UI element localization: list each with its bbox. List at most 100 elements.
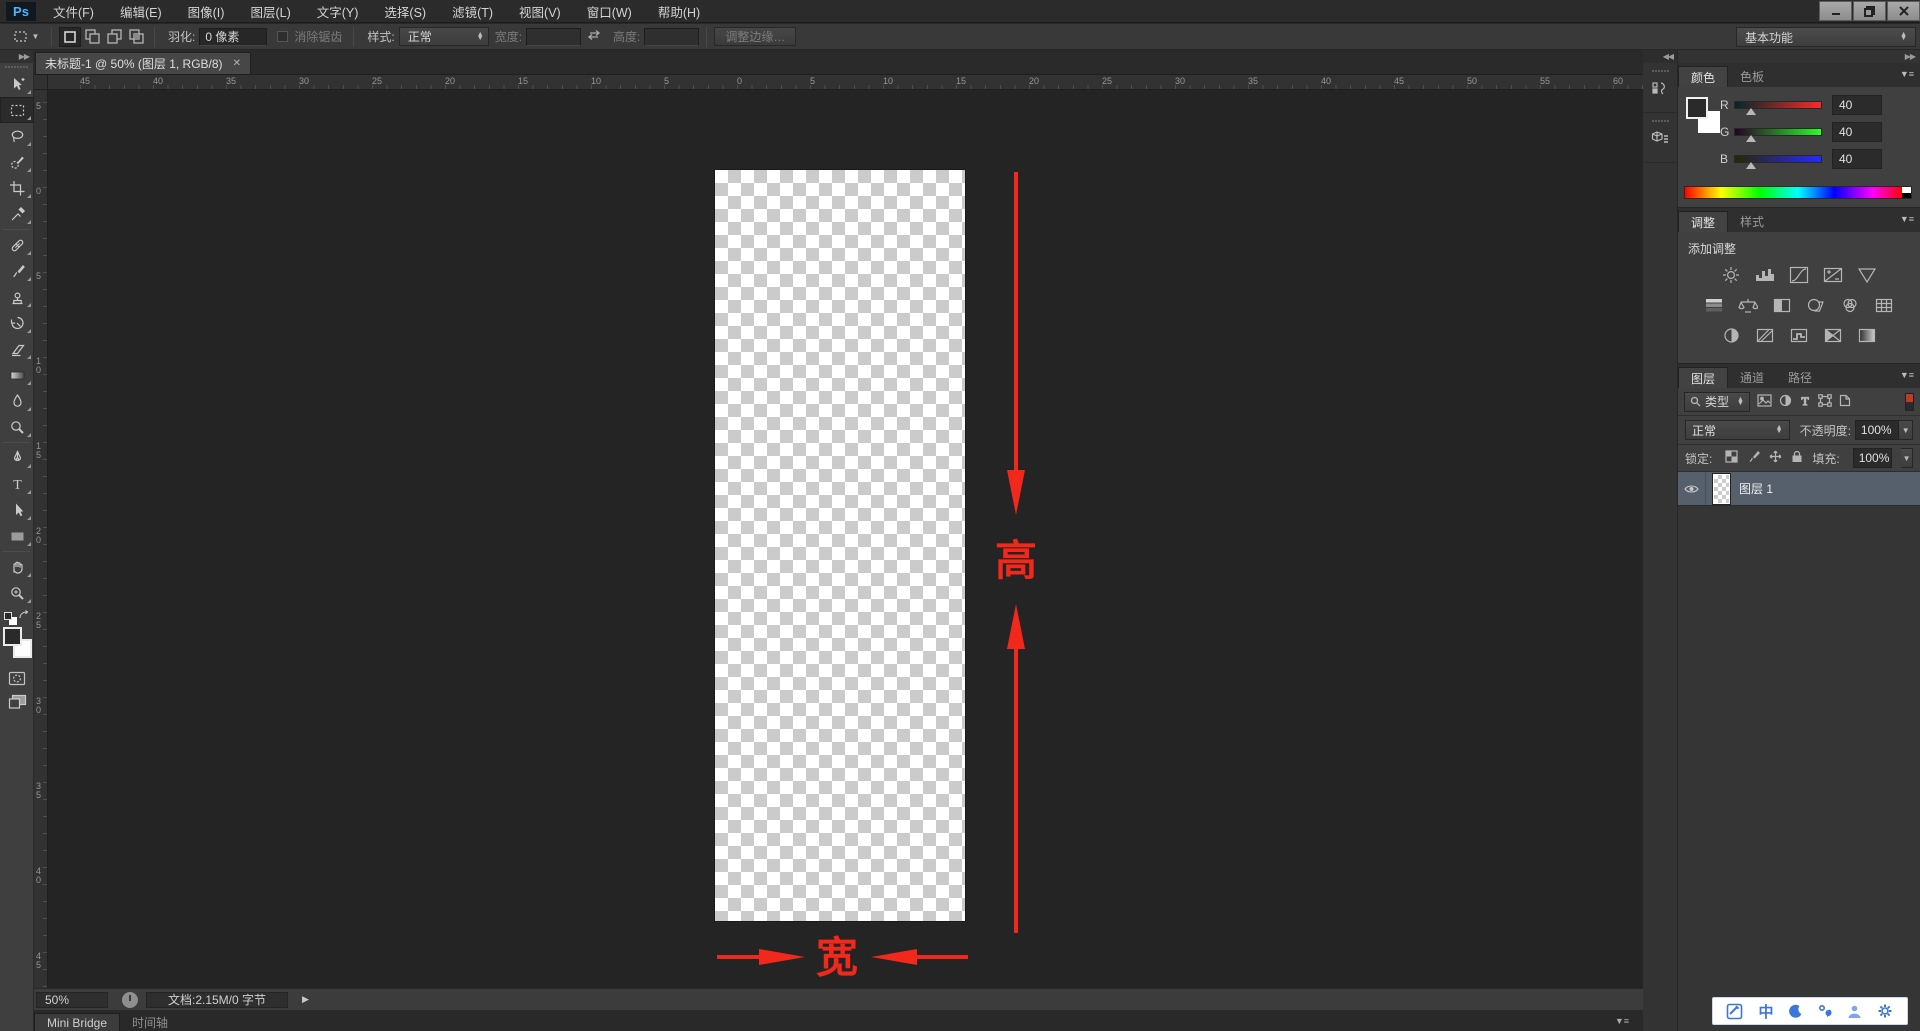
- panel-menu-icon[interactable]: ▼≡: [1615, 1016, 1629, 1026]
- type-layer-filter-icon[interactable]: T: [1799, 393, 1811, 410]
- height-input[interactable]: [644, 27, 700, 46]
- adjustment-exposure-icon[interactable]: [1821, 265, 1845, 285]
- swap-colors-icon[interactable]: [18, 610, 30, 624]
- panels-collapse-icon[interactable]: ▶▶: [1678, 50, 1920, 63]
- menu-item[interactable]: 文字(Y): [304, 2, 372, 21]
- layer-filter-toggle[interactable]: [1905, 392, 1914, 411]
- foreground-color-swatch[interactable]: [3, 627, 22, 646]
- document-close-icon[interactable]: ✕: [233, 58, 241, 69]
- status-clock-icon[interactable]: [122, 991, 138, 1008]
- quick-mask-button[interactable]: [0, 666, 34, 690]
- ime-settings-gear-icon[interactable]: [1877, 1003, 1893, 1019]
- menu-item[interactable]: 图像(I): [175, 2, 238, 21]
- menu-item[interactable]: 编辑(E): [107, 2, 175, 21]
- lock-image-pixels-icon[interactable]: [1747, 450, 1761, 466]
- adjustment-invert-icon[interactable]: [1719, 325, 1743, 345]
- new-selection-button[interactable]: [59, 26, 81, 47]
- adjustment-color-balance-icon[interactable]: [1736, 295, 1760, 315]
- adjustment-color-lookup-icon[interactable]: [1872, 295, 1896, 315]
- toolbar-grip[interactable]: [0, 63, 33, 71]
- pixel-layer-filter-icon[interactable]: [1757, 393, 1772, 410]
- tool-rectangular-marquee[interactable]: [0, 97, 34, 123]
- panel-menu-icon[interactable]: ▼≡: [1900, 214, 1914, 224]
- opacity-input[interactable]: 100%: [1854, 420, 1900, 440]
- tool-spot-healing-brush[interactable]: [0, 232, 34, 258]
- tool-move[interactable]: [0, 71, 34, 97]
- feather-input[interactable]: 0 像素: [199, 27, 268, 46]
- layer-filter-type-dropdown[interactable]: 类型 ▲ ▼: [1684, 391, 1750, 412]
- history-panel-button[interactable]: [1643, 63, 1677, 113]
- smart-object-filter-icon[interactable]: [1839, 394, 1851, 410]
- adjustment-gradient-map-icon[interactable]: [1821, 325, 1845, 345]
- adjustment-selective-color-icon[interactable]: [1855, 325, 1879, 345]
- minimize-button[interactable]: [1819, 1, 1852, 21]
- refine-edge-button[interactable]: 调整边缘…: [714, 27, 797, 46]
- status-menu-arrow-icon[interactable]: ▶: [302, 994, 309, 1005]
- tool-history-brush[interactable]: [0, 310, 34, 336]
- fill-input[interactable]: 100%: [1852, 448, 1893, 468]
- blue-value-input[interactable]: 40: [1832, 149, 1882, 169]
- opacity-dropdown-icon[interactable]: ▼: [1899, 420, 1914, 440]
- subtract-from-selection-button[interactable]: [103, 27, 125, 47]
- menu-item[interactable]: 帮助(H): [645, 2, 713, 21]
- slider-thumb[interactable]: [1746, 162, 1757, 169]
- adjustment-curves-icon[interactable]: [1787, 265, 1811, 285]
- fill-dropdown-icon[interactable]: ▼: [1901, 448, 1913, 468]
- layer-thumbnail[interactable]: [1713, 473, 1730, 504]
- blend-mode-dropdown[interactable]: 正常 ▲ ▼: [1685, 420, 1790, 440]
- lock-transparent-pixels-icon[interactable]: [1725, 450, 1738, 466]
- tab-mini-bridge[interactable]: Mini Bridge: [34, 1013, 121, 1031]
- intersect-selection-button[interactable]: [125, 27, 147, 47]
- tool-pen[interactable]: [0, 445, 34, 471]
- tool-eyedropper[interactable]: [0, 201, 34, 227]
- style-dropdown[interactable]: 正常 ▲ ▼: [398, 27, 489, 46]
- tool-dodge[interactable]: [0, 414, 34, 440]
- tool-clone-stamp[interactable]: [0, 284, 34, 310]
- color-spectrum-ramp[interactable]: [1684, 186, 1912, 199]
- layer-visibility-toggle[interactable]: [1678, 472, 1706, 505]
- tool-zoom[interactable]: [0, 580, 34, 606]
- lock-position-icon[interactable]: [1769, 450, 1782, 466]
- shape-layer-filter-icon[interactable]: [1818, 393, 1832, 410]
- ime-punctuation-icon[interactable]: [1818, 1004, 1832, 1019]
- ime-logo-icon[interactable]: [1726, 1003, 1743, 1020]
- red-slider[interactable]: [1734, 101, 1822, 115]
- adjustment-posterize-icon[interactable]: [1753, 325, 1777, 345]
- tab-swatches[interactable]: 色板: [1728, 66, 1776, 87]
- tool-path-selection[interactable]: [0, 497, 34, 523]
- adjustment-vibrance-icon[interactable]: [1855, 265, 1879, 285]
- menu-item[interactable]: 图层(L): [237, 2, 303, 21]
- adjustment-layer-filter-icon[interactable]: [1779, 394, 1792, 410]
- properties-panel-button[interactable]: [1643, 113, 1677, 163]
- restore-button[interactable]: [1853, 1, 1886, 21]
- tool-type[interactable]: T: [0, 471, 34, 497]
- menu-item[interactable]: 窗口(W): [574, 2, 645, 21]
- ime-user-icon[interactable]: [1847, 1004, 1862, 1019]
- dock-expand-icon[interactable]: ◀◀: [1643, 50, 1677, 63]
- tab-paths[interactable]: 路径: [1776, 367, 1824, 388]
- tab-styles[interactable]: 样式: [1728, 211, 1776, 232]
- add-to-selection-button[interactable]: [81, 27, 103, 47]
- tab-layers[interactable]: 图层: [1678, 367, 1729, 388]
- green-value-input[interactable]: 40: [1832, 122, 1882, 142]
- lock-all-icon[interactable]: [1791, 450, 1803, 466]
- toolbar-collapse-icon[interactable]: ▶▶: [0, 50, 33, 63]
- tab-color[interactable]: 颜色: [1678, 66, 1729, 87]
- adjustment-threshold-icon[interactable]: [1787, 325, 1811, 345]
- width-input[interactable]: [526, 27, 582, 46]
- ime-fullwidth-moon-icon[interactable]: [1788, 1004, 1803, 1019]
- tool-blur[interactable]: [0, 388, 34, 414]
- close-button[interactable]: [1887, 1, 1920, 21]
- adjustment-photo-filter-icon[interactable]: [1804, 295, 1828, 315]
- screen-mode-button[interactable]: [0, 690, 34, 714]
- foreground-color-swatch[interactable]: [1686, 97, 1708, 119]
- ruler-corner[interactable]: [34, 75, 48, 90]
- adjustment-levels-icon[interactable]: [1753, 265, 1777, 285]
- tool-eraser[interactable]: [0, 336, 34, 362]
- slider-thumb[interactable]: [1746, 108, 1757, 115]
- zoom-level-input[interactable]: 50%: [36, 991, 108, 1008]
- adjustment-black-white-icon[interactable]: [1770, 295, 1794, 315]
- swap-dimensions-icon[interactable]: [587, 29, 601, 44]
- tool-preset-picker[interactable]: ▼: [8, 27, 44, 47]
- canvas[interactable]: 高 宽: [48, 90, 1643, 988]
